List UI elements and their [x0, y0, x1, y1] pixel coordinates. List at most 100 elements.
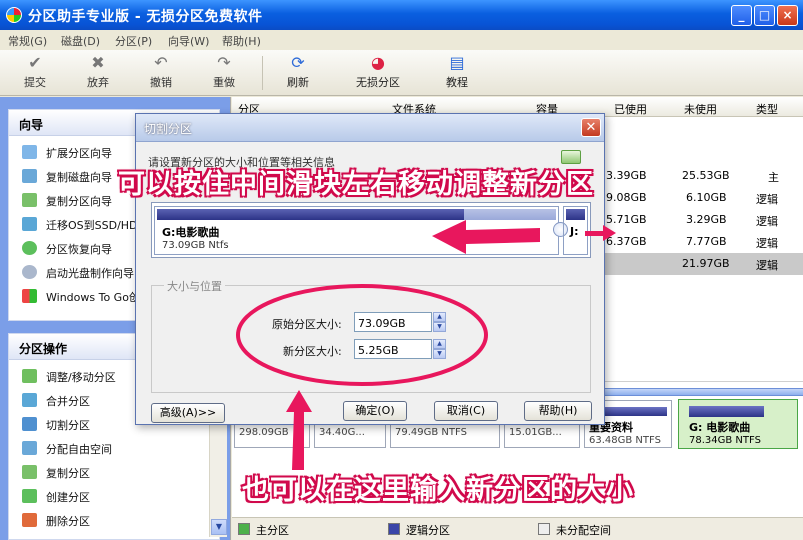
item-label: 扩展分区向导 [46, 147, 112, 160]
discard-icon: ✖ [91, 53, 105, 72]
sidebar-item-copy[interactable]: 复制分区 [9, 460, 219, 484]
scroll-down-icon[interactable]: ▼ [211, 519, 227, 535]
spin-down-icon[interactable]: ▼ [433, 349, 446, 359]
minimize-button[interactable]: _ [731, 5, 752, 26]
legend-bar: 主分区 逻辑分区 未分配空间 [232, 517, 803, 540]
item-label: 合并分区 [46, 395, 90, 408]
window-title: 分区助手专业版 - 无损分区免费软件 [28, 9, 263, 25]
cd-icon [22, 265, 37, 279]
partition-b-bar [566, 209, 585, 220]
partition-b-name: J: [570, 225, 579, 238]
cell-free: 7.77GB [686, 235, 727, 248]
partition-a-block: G:电影歌曲 73.09GB Ntfs [154, 206, 559, 255]
dialog-title: 切割分区 [144, 122, 193, 136]
menu-help[interactable]: 帮助(H) [222, 33, 261, 49]
sidebar-item-allocate[interactable]: 分配自由空间 [9, 436, 219, 460]
item-label: 复制分区 [46, 467, 90, 480]
partition-a-info: 73.09GB Ntfs [162, 240, 229, 251]
redo-button[interactable]: ↷ 重做 [203, 52, 245, 94]
partition-box-g-selected[interactable]: G: 电影歌曲 78.34GB NTFS [678, 399, 798, 449]
sidebar-item-delete[interactable]: 删除分区 [9, 508, 219, 532]
undo-icon: ↶ [154, 53, 168, 72]
maximize-button[interactable]: □ [754, 5, 775, 26]
menu-partition[interactable]: 分区(P) [115, 33, 152, 49]
partition-box-label: 79.49GB NTFS [395, 427, 467, 438]
refresh-label: 刷新 [287, 76, 309, 89]
book-icon: ▤ [449, 53, 465, 72]
partition-box-label: 63.48GB NTFS [589, 435, 661, 446]
undo-button[interactable]: ↶ 撤销 [140, 52, 182, 94]
menu-general[interactable]: 常规(G) [8, 33, 47, 49]
redo-icon: ↷ [217, 53, 231, 72]
new-size-stepper[interactable]: ▲ ▼ [433, 339, 446, 359]
annotation-top: 可以按住中间滑块左右移动调整新分区 [118, 169, 594, 200]
new-size-input[interactable] [354, 339, 432, 359]
undo-label: 撤销 [150, 76, 172, 89]
title-bar: 分区助手专业版 - 无损分区免费软件 _ □ × [0, 0, 803, 30]
col-used[interactable]: 已使用 [614, 101, 647, 117]
g-drive-name: G: 电影歌曲 [689, 421, 751, 434]
discard-label: 放弃 [87, 76, 109, 89]
split-partition-dialog: 切割分区 ✕ 请设置新分区的大小和位置等相关信息 G:电影歌曲 73.09GB … [135, 113, 605, 425]
cell-type: 逻辑 [756, 193, 778, 206]
copy-partition-icon [22, 193, 37, 207]
g-drive-info: 78.34GB NTFS [689, 435, 761, 446]
item-label: 复制磁盘向导 [46, 171, 112, 184]
disk-box-label: 298.09GB [239, 427, 289, 438]
partition-icon: ◕ [371, 53, 385, 72]
menu-wizard[interactable]: 向导(W) [168, 33, 209, 49]
discard-button[interactable]: ✖ 放弃 [77, 52, 119, 94]
cell-type: 逻辑 [756, 237, 778, 250]
cell-type: 主 [768, 171, 779, 184]
sidebar-item-create[interactable]: 创建分区 [9, 484, 219, 508]
spin-up-icon[interactable]: ▲ [433, 312, 446, 322]
unallocated-swatch [538, 523, 550, 535]
cell-used: 6.37GB [606, 235, 647, 248]
cell-used: 3.39GB [606, 169, 647, 182]
partition-a-name: G:电影歌曲 [162, 226, 220, 239]
menu-disk[interactable]: 磁盘(D) [61, 33, 100, 49]
spin-down-icon[interactable]: ▼ [433, 322, 446, 332]
close-button[interactable]: × [777, 5, 798, 26]
usage-bar [689, 406, 765, 417]
advanced-button[interactable]: 高级(A)>> [151, 403, 225, 423]
item-label: 删除分区 [46, 515, 90, 528]
item-label: 启动光盘制作向导 [46, 267, 134, 280]
item-label: 调整/移动分区 [46, 371, 116, 384]
legend-primary: 主分区 [256, 524, 289, 537]
tutorial-label: 教程 [446, 76, 468, 89]
item-label: 复制分区向导 [46, 195, 112, 208]
cell-free: 21.97GB [682, 257, 730, 270]
partition-b-block: J: [563, 206, 588, 255]
resize-icon [22, 369, 37, 383]
original-size-label: 原始分区大小: [272, 318, 342, 331]
tutorial-button[interactable]: ▤ 教程 [436, 52, 478, 94]
cell-free: 6.10GB [686, 191, 727, 204]
cancel-button[interactable]: 取消(C) [434, 401, 498, 421]
copy-icon [22, 465, 37, 479]
size-position-group: 大小与位置 原始分区大小: ▲▼ 新分区大小: ▲▼ [151, 278, 591, 393]
spin-up-icon[interactable]: ▲ [433, 339, 446, 349]
refresh-button[interactable]: ⟳ 刷新 [277, 52, 319, 94]
copy-disk-icon [22, 169, 37, 183]
dialog-close-icon[interactable]: ✕ [581, 118, 601, 137]
commit-button[interactable]: ✔ 提交 [14, 52, 56, 94]
migrate-icon [22, 217, 37, 231]
original-size-stepper[interactable]: ▲ ▼ [433, 312, 446, 332]
help-button[interactable]: 帮助(H) [524, 401, 592, 421]
item-label: 分区恢复向导 [46, 243, 112, 256]
create-icon [22, 489, 37, 503]
col-free[interactable]: 未使用 [684, 101, 717, 117]
item-label: 迁移OS到SSD/HDD [46, 219, 146, 232]
item-label: 分配自由空间 [46, 443, 112, 456]
lossless-partition-button[interactable]: ◕ 无损分区 [346, 52, 410, 94]
legend-logical: 逻辑分区 [406, 524, 450, 537]
toolbar-divider [262, 56, 263, 90]
col-type[interactable]: 类型 [756, 101, 778, 117]
annotation-bottom: 也可以在这里输入新分区的大小 [242, 475, 634, 506]
original-size-input[interactable] [354, 312, 432, 332]
ok-button[interactable]: 确定(O) [343, 401, 407, 421]
item-label: 创建分区 [46, 491, 90, 504]
cell-free: 3.29GB [686, 213, 727, 226]
cell-free: 25.53GB [682, 169, 730, 182]
